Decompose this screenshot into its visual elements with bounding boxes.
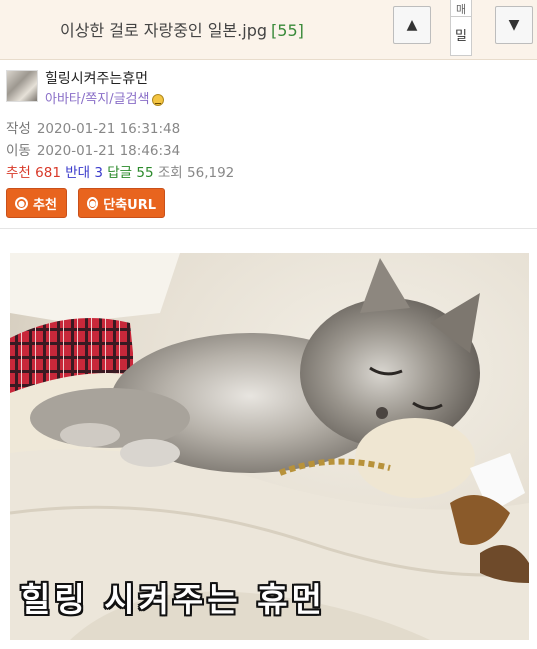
next-post-button[interactable]: ▼ [495,6,533,44]
author-info: 힐링시켜주는휴먼 아바타/쪽지/글검색 [6,68,306,107]
recommend-label: 추천 [6,165,31,181]
recommend-button[interactable]: ● 추천 [6,188,67,218]
reply-label: 답글 [107,165,133,181]
views-count: 56,192 [187,165,235,181]
triangle-down-icon: ▼ [508,17,520,33]
short-url-button-label: 단축URL [103,197,156,213]
comment-count[interactable]: [55] [271,21,304,40]
moved-date-row: 이동 2020-01-21 18:46:34 [6,139,180,159]
post-title-text: 이상한 걸로 자랑중인 일본.jpg [60,21,268,40]
reply-count: 55 [136,165,154,181]
post-header: 이상한 걸로 자랑중인 일본.jpg [55] ▲ 매 밀 ▼ [0,0,537,60]
divider [0,228,537,229]
moved-label: 이동 [6,143,31,159]
oppose-count: 3 [94,165,103,181]
side-tab-bottom: 밀 [450,16,472,56]
post-search-link[interactable]: 글검색 [114,92,150,107]
avatar-link[interactable]: 아바타 [45,92,81,107]
oppose-label: 반대 [65,165,91,181]
post-title: 이상한 걸로 자랑중인 일본.jpg [55] [60,17,304,41]
link-icon: ● [87,196,99,210]
avatar[interactable] [6,70,38,102]
recommend-icon: ● [15,196,28,210]
views-label: 조회 [157,165,183,181]
recommend-button-label: 추천 [33,197,57,213]
written-label: 작성 [6,121,31,137]
side-tab[interactable]: 매 밀 [450,0,472,60]
author-links: 아바타/쪽지/글검색 [45,88,165,107]
post-image[interactable]: 힐링 시켜주는 휴먼 [10,253,529,640]
moved-date: 2020-01-21 18:46:34 [36,143,181,159]
short-url-button[interactable]: ● 단축URL [78,188,165,218]
triangle-up-icon: ▲ [406,17,418,33]
message-link[interactable]: 쪽지 [85,92,109,107]
smiley-icon [152,93,165,106]
recommend-count: 681 [35,165,61,181]
written-date: 2020-01-21 16:31:48 [36,121,181,137]
post-stats: 추천 681 반대 3 답글 55 조회 56,192 [6,161,234,181]
written-date-row: 작성 2020-01-21 16:31:48 [6,117,180,137]
prev-post-button[interactable]: ▲ [393,6,431,44]
author-nickname[interactable]: 힐링시켜주는휴먼 [45,68,148,88]
image-caption: 힐링 시켜주는 휴먼 [20,580,326,619]
